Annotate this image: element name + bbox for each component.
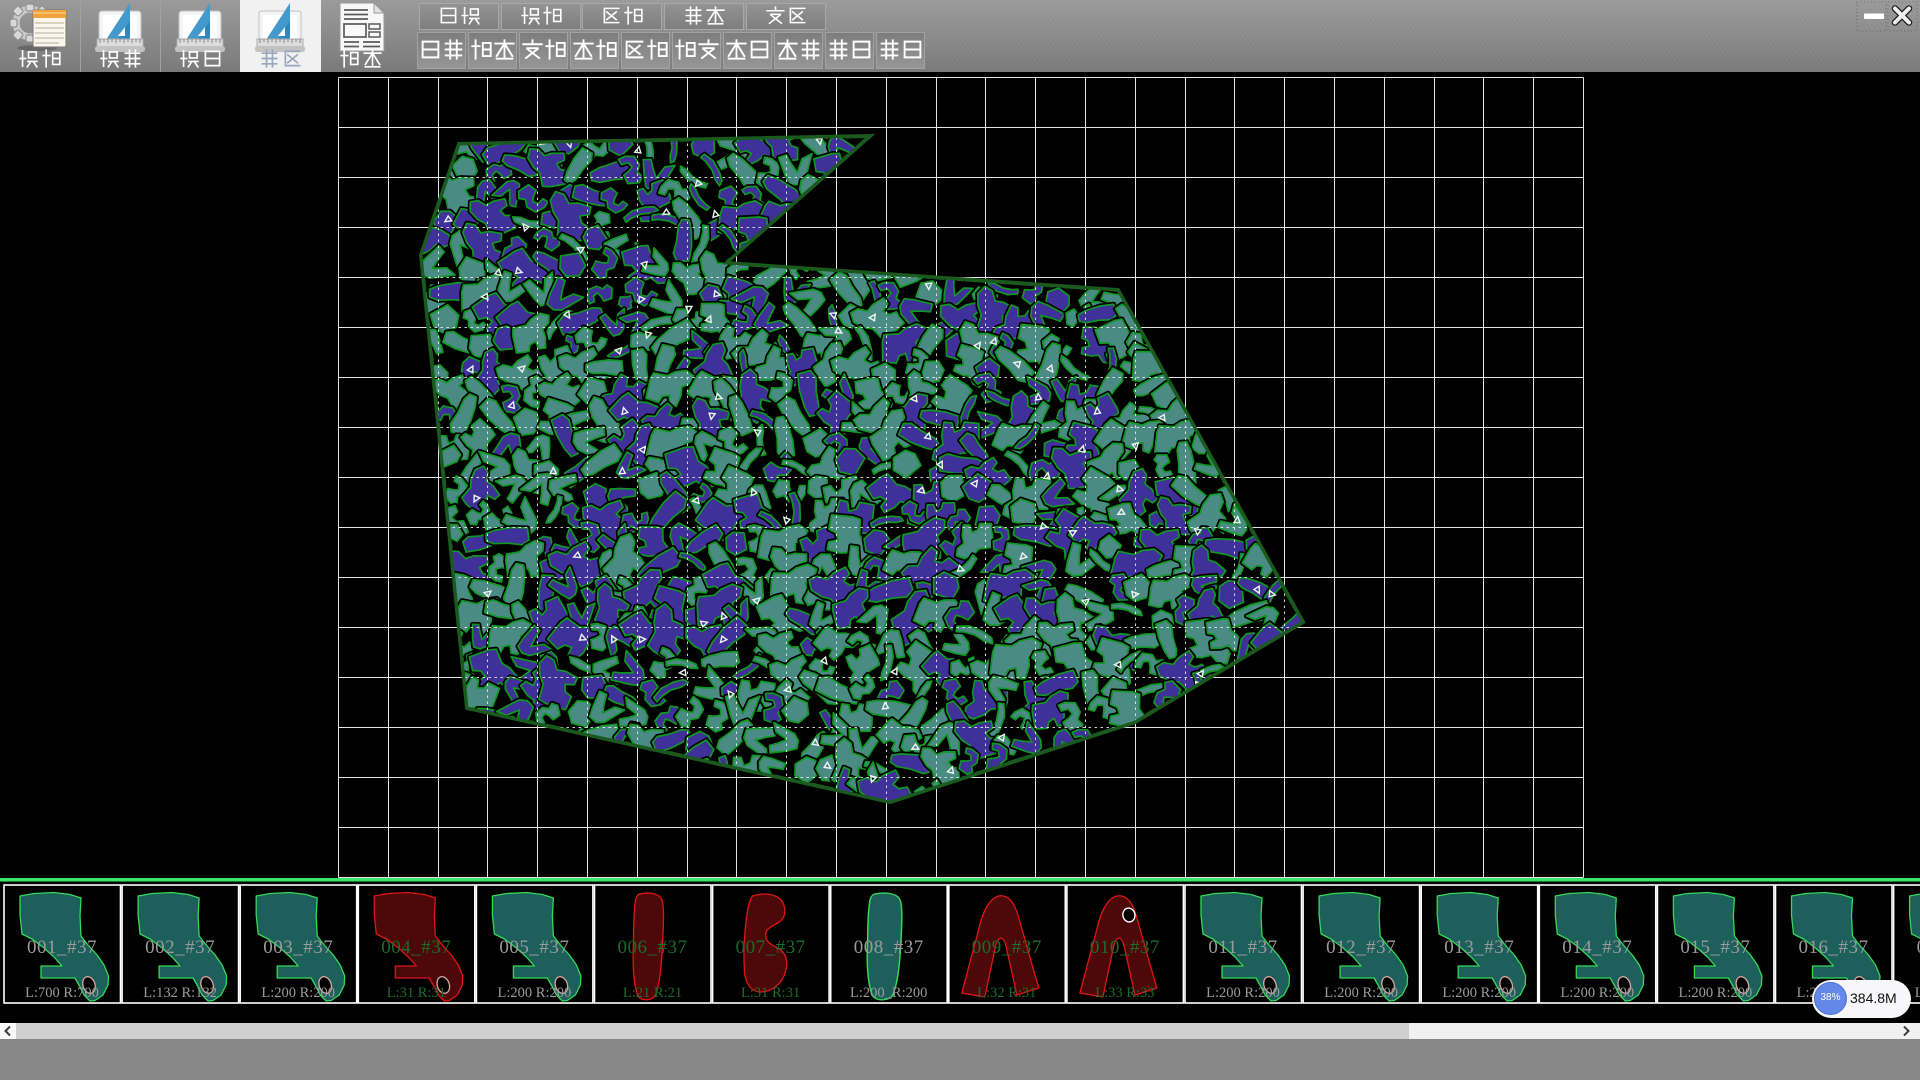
svg-text:L:200 R:200: L:200 R:200: [1206, 985, 1280, 1001]
svg-text:017_#37: 017_#37: [1917, 937, 1920, 958]
svg-text:009_#37: 009_#37: [972, 937, 1042, 958]
svg-text:001_#37: 001_#37: [27, 937, 97, 958]
svg-text:004_#37: 004_#37: [381, 937, 451, 958]
svg-text:007_#37: 007_#37: [736, 937, 806, 958]
svg-text:015_#37: 015_#37: [1680, 937, 1750, 958]
svg-text:011_#37: 011_#37: [1208, 937, 1277, 958]
svg-text:L:31 R:31: L:31 R:31: [741, 985, 800, 1001]
svg-text:L:200 R:200: L:200 R:200: [1915, 985, 1920, 1001]
svg-text:L:200 R:200: L:200 R:200: [1679, 985, 1753, 1001]
svg-text:L:200 R:200: L:200 R:200: [1560, 985, 1634, 1001]
svg-text:010_#37: 010_#37: [1090, 937, 1160, 958]
svg-text:L:21 R:21: L:21 R:21: [623, 985, 682, 1001]
svg-text:L:31 R:31: L:31 R:31: [387, 985, 446, 1001]
svg-text:L:200 R:200: L:200 R:200: [1324, 985, 1398, 1001]
svg-text:012_#37: 012_#37: [1326, 937, 1396, 958]
svg-text:014_#37: 014_#37: [1562, 937, 1632, 958]
svg-text:L:33 R:33: L:33 R:33: [1095, 985, 1154, 1001]
svg-text:L:700 R:700: L:700 R:700: [25, 985, 99, 1001]
svg-text:002_#37: 002_#37: [145, 937, 215, 958]
svg-text:L:132 R:132: L:132 R:132: [143, 985, 217, 1001]
svg-text:003_#37: 003_#37: [263, 937, 333, 958]
svg-text:013_#37: 013_#37: [1444, 937, 1514, 958]
svg-text:016_#37: 016_#37: [1799, 937, 1869, 958]
svg-text:L:200_R:200: L:200_R:200: [850, 985, 927, 1001]
svg-text:L:32 R:31: L:32 R:31: [977, 985, 1036, 1001]
svg-text:L:200 R:200: L:200 R:200: [261, 985, 335, 1001]
svg-text:006_#37: 006_#37: [618, 937, 688, 958]
svg-text:L:200 R:200: L:200 R:200: [1442, 985, 1516, 1001]
svg-text:L:200 R:200: L:200 R:200: [498, 985, 572, 1001]
svg-text:008_#37: 008_#37: [854, 937, 924, 958]
svg-text:005_#37: 005_#37: [499, 937, 569, 958]
